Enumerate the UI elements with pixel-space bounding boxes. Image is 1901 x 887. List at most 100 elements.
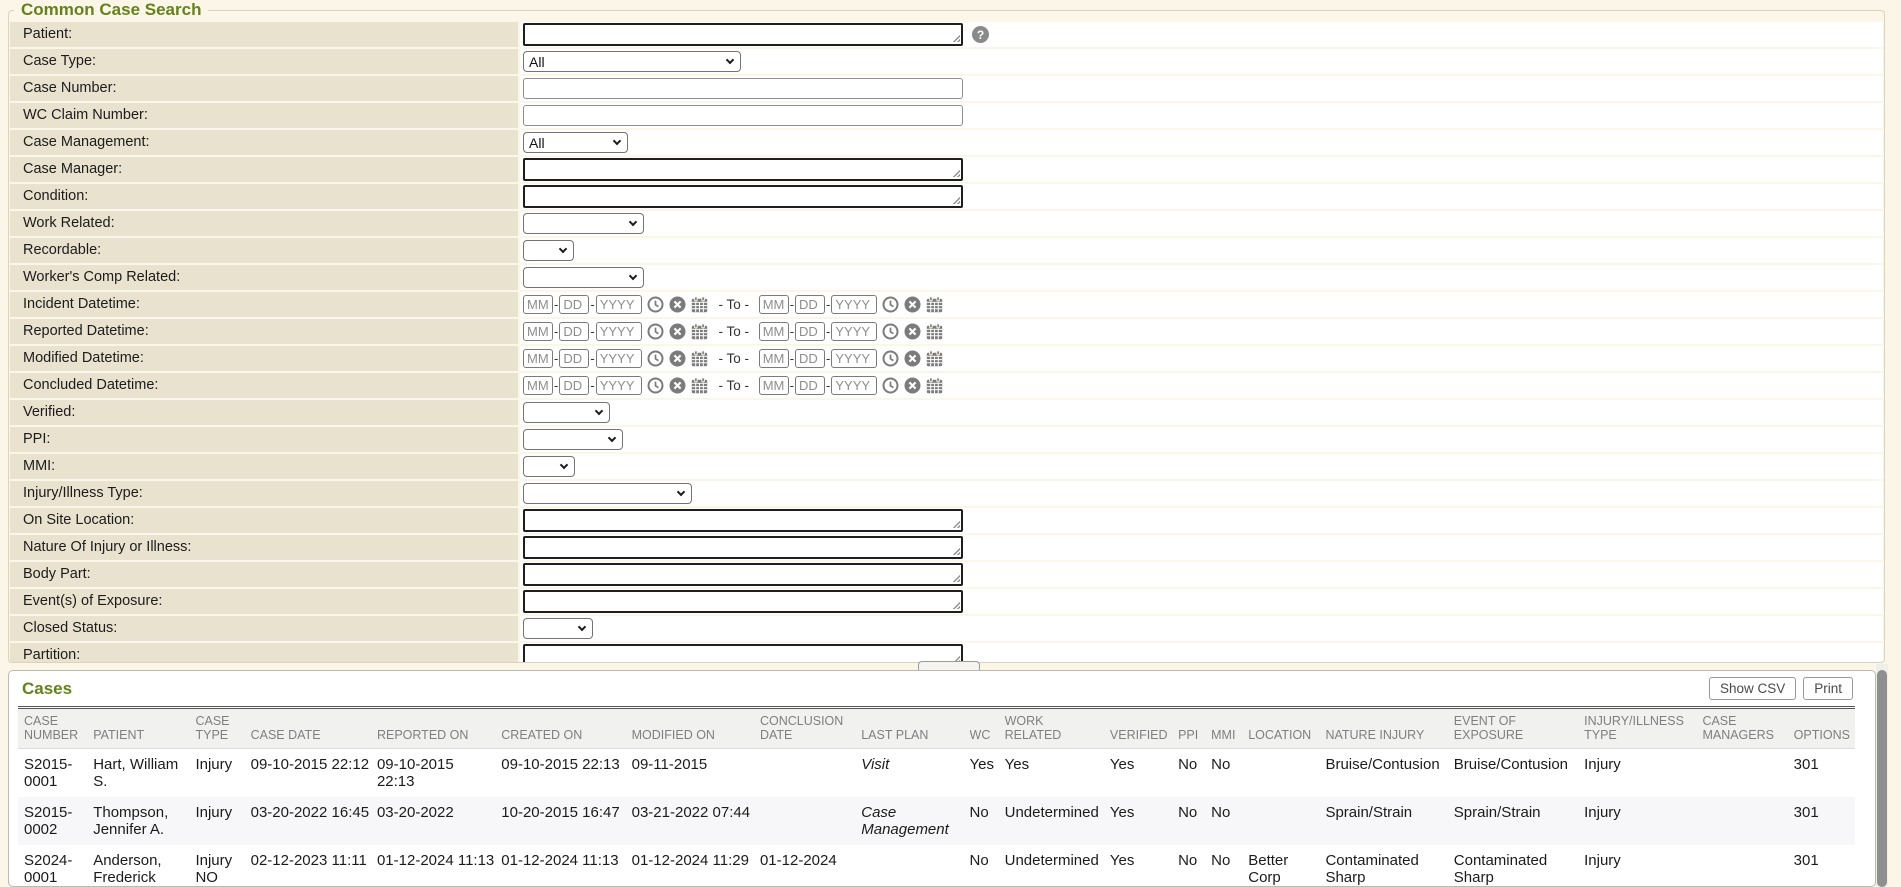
concluded_datetime-to-dd-input[interactable] [795, 376, 825, 395]
case_type-select[interactable]: All [523, 51, 741, 72]
show-csv-button[interactable]: Show CSV [1709, 677, 1796, 700]
clear-icon[interactable] [904, 350, 921, 367]
clear-icon[interactable] [904, 323, 921, 340]
column-header[interactable]: INJURY/ILLNESS TYPE [1584, 708, 1702, 749]
condition-textarea[interactable] [523, 185, 963, 208]
column-header[interactable]: WORK RELATED [1005, 708, 1110, 749]
clear-icon[interactable] [669, 350, 686, 367]
concluded_datetime-to-mm-input[interactable] [759, 376, 789, 395]
patient-textarea[interactable] [523, 23, 963, 46]
reported_datetime-from-yyyy-input[interactable] [596, 322, 642, 341]
reported_datetime-from-dd-input[interactable] [559, 322, 589, 341]
modified_datetime-from-mm-input[interactable] [523, 349, 553, 368]
incident_datetime-to-yyyy-input[interactable] [831, 295, 877, 314]
form-row-condition: Condition: [10, 184, 1883, 209]
column-header[interactable]: PATIENT [93, 708, 195, 749]
workers_comp_related-select[interactable] [523, 267, 644, 288]
mmi-select[interactable] [523, 456, 575, 477]
clear-icon[interactable] [669, 296, 686, 313]
calendar-icon[interactable] [691, 350, 708, 367]
incident_datetime-to-mm-input[interactable] [759, 295, 789, 314]
incident_datetime-to-dd-input[interactable] [795, 295, 825, 314]
column-header[interactable]: LAST PLAN [861, 708, 969, 749]
column-header[interactable]: EVENT OF EXPOSURE [1454, 708, 1584, 749]
column-header[interactable]: REPORTED ON [377, 708, 501, 749]
calendar-icon[interactable] [926, 296, 943, 313]
modified_datetime-to-mm-input[interactable] [759, 349, 789, 368]
on_site_location-textarea[interactable] [523, 509, 963, 532]
clock-icon[interactable] [882, 350, 899, 367]
concluded_datetime-from-mm-input[interactable] [523, 376, 553, 395]
calendar-icon[interactable] [926, 350, 943, 367]
verified-select[interactable] [523, 402, 610, 423]
clear-icon[interactable] [904, 296, 921, 313]
clear-icon[interactable] [904, 377, 921, 394]
reported_datetime-to-dd-input[interactable] [795, 322, 825, 341]
column-header[interactable]: CONCLUSION DATE [760, 708, 861, 749]
concluded_datetime-from-dd-input[interactable] [559, 376, 589, 395]
column-header[interactable]: CREATED ON [501, 708, 631, 749]
clock-icon[interactable] [647, 296, 664, 313]
concluded_datetime-to-yyyy-input[interactable] [831, 376, 877, 395]
clear-icon[interactable] [669, 323, 686, 340]
reported_datetime-to-mm-input[interactable] [759, 322, 789, 341]
column-header[interactable]: CASE TYPE [195, 708, 250, 749]
incident_datetime-from-mm-input[interactable] [523, 295, 553, 314]
events_of_exposure-textarea[interactable] [523, 590, 963, 613]
column-header[interactable]: VERIFIED [1110, 708, 1178, 749]
column-header[interactable]: LOCATION [1248, 708, 1325, 749]
case_management-select[interactable]: All [523, 132, 628, 153]
closed_status-select[interactable] [523, 618, 593, 639]
clock-icon[interactable] [647, 323, 664, 340]
help-icon[interactable]: ? [972, 26, 989, 43]
table-cell: 01-12-2024 [760, 845, 861, 887]
print-button[interactable]: Print [1803, 677, 1853, 700]
clock-icon[interactable] [882, 296, 899, 313]
column-header[interactable]: WC [970, 708, 1005, 749]
clock-icon[interactable] [882, 323, 899, 340]
clock-icon[interactable] [882, 377, 899, 394]
scrollbar-thumb[interactable] [1877, 670, 1887, 887]
reported_datetime-from-mm-input[interactable] [523, 322, 553, 341]
column-header[interactable]: MMI [1211, 708, 1248, 749]
table-row[interactable]: S2024-0001Anderson, FrederickInjury NO02… [18, 845, 1855, 887]
modified_datetime-to-yyyy-input[interactable] [831, 349, 877, 368]
field-area [520, 157, 1883, 182]
nature_of_injury-textarea[interactable] [523, 536, 963, 559]
clear-icon[interactable] [669, 377, 686, 394]
work_related-select[interactable] [523, 213, 644, 234]
calendar-icon[interactable] [926, 377, 943, 394]
case_number-input[interactable] [523, 78, 963, 99]
calendar-icon[interactable] [926, 323, 943, 340]
column-header[interactable]: OPTIONS [1794, 708, 1855, 749]
partition-textarea[interactable] [523, 644, 963, 663]
modified_datetime-to-dd-input[interactable] [795, 349, 825, 368]
injury_illness_type-select[interactable] [523, 483, 692, 504]
column-header[interactable]: NATURE INJURY [1325, 708, 1453, 749]
modified_datetime-from-yyyy-input[interactable] [596, 349, 642, 368]
calendar-icon[interactable] [691, 323, 708, 340]
incident_datetime-from-yyyy-input[interactable] [596, 295, 642, 314]
case_manager-textarea[interactable] [523, 158, 963, 181]
form-row-on_site_location: On Site Location: [10, 508, 1883, 533]
incident_datetime-from-dd-input[interactable] [559, 295, 589, 314]
calendar-icon[interactable] [691, 296, 708, 313]
range-to-label: - To - [715, 351, 753, 366]
body_part-textarea[interactable] [523, 563, 963, 586]
column-header[interactable]: CASE NUMBER [18, 708, 93, 749]
recordable-select[interactable] [523, 240, 574, 261]
ppi-select[interactable] [523, 429, 623, 450]
table-row[interactable]: S2015-0001Hart, William S.Injury09-10-20… [18, 749, 1855, 798]
clock-icon[interactable] [647, 350, 664, 367]
reported_datetime-to-yyyy-input[interactable] [831, 322, 877, 341]
column-header[interactable]: MODIFIED ON [632, 708, 760, 749]
concluded_datetime-from-yyyy-input[interactable] [596, 376, 642, 395]
column-header[interactable]: CASE DATE [251, 708, 377, 749]
clock-icon[interactable] [647, 377, 664, 394]
wc_claim_number-input[interactable] [523, 105, 963, 126]
column-header[interactable]: PPI [1178, 708, 1211, 749]
modified_datetime-from-dd-input[interactable] [559, 349, 589, 368]
calendar-icon[interactable] [691, 377, 708, 394]
table-row[interactable]: S2015-0002Thompson, Jennifer A.Injury03-… [18, 797, 1855, 845]
column-header[interactable]: CASE MANAGERS [1702, 708, 1793, 749]
